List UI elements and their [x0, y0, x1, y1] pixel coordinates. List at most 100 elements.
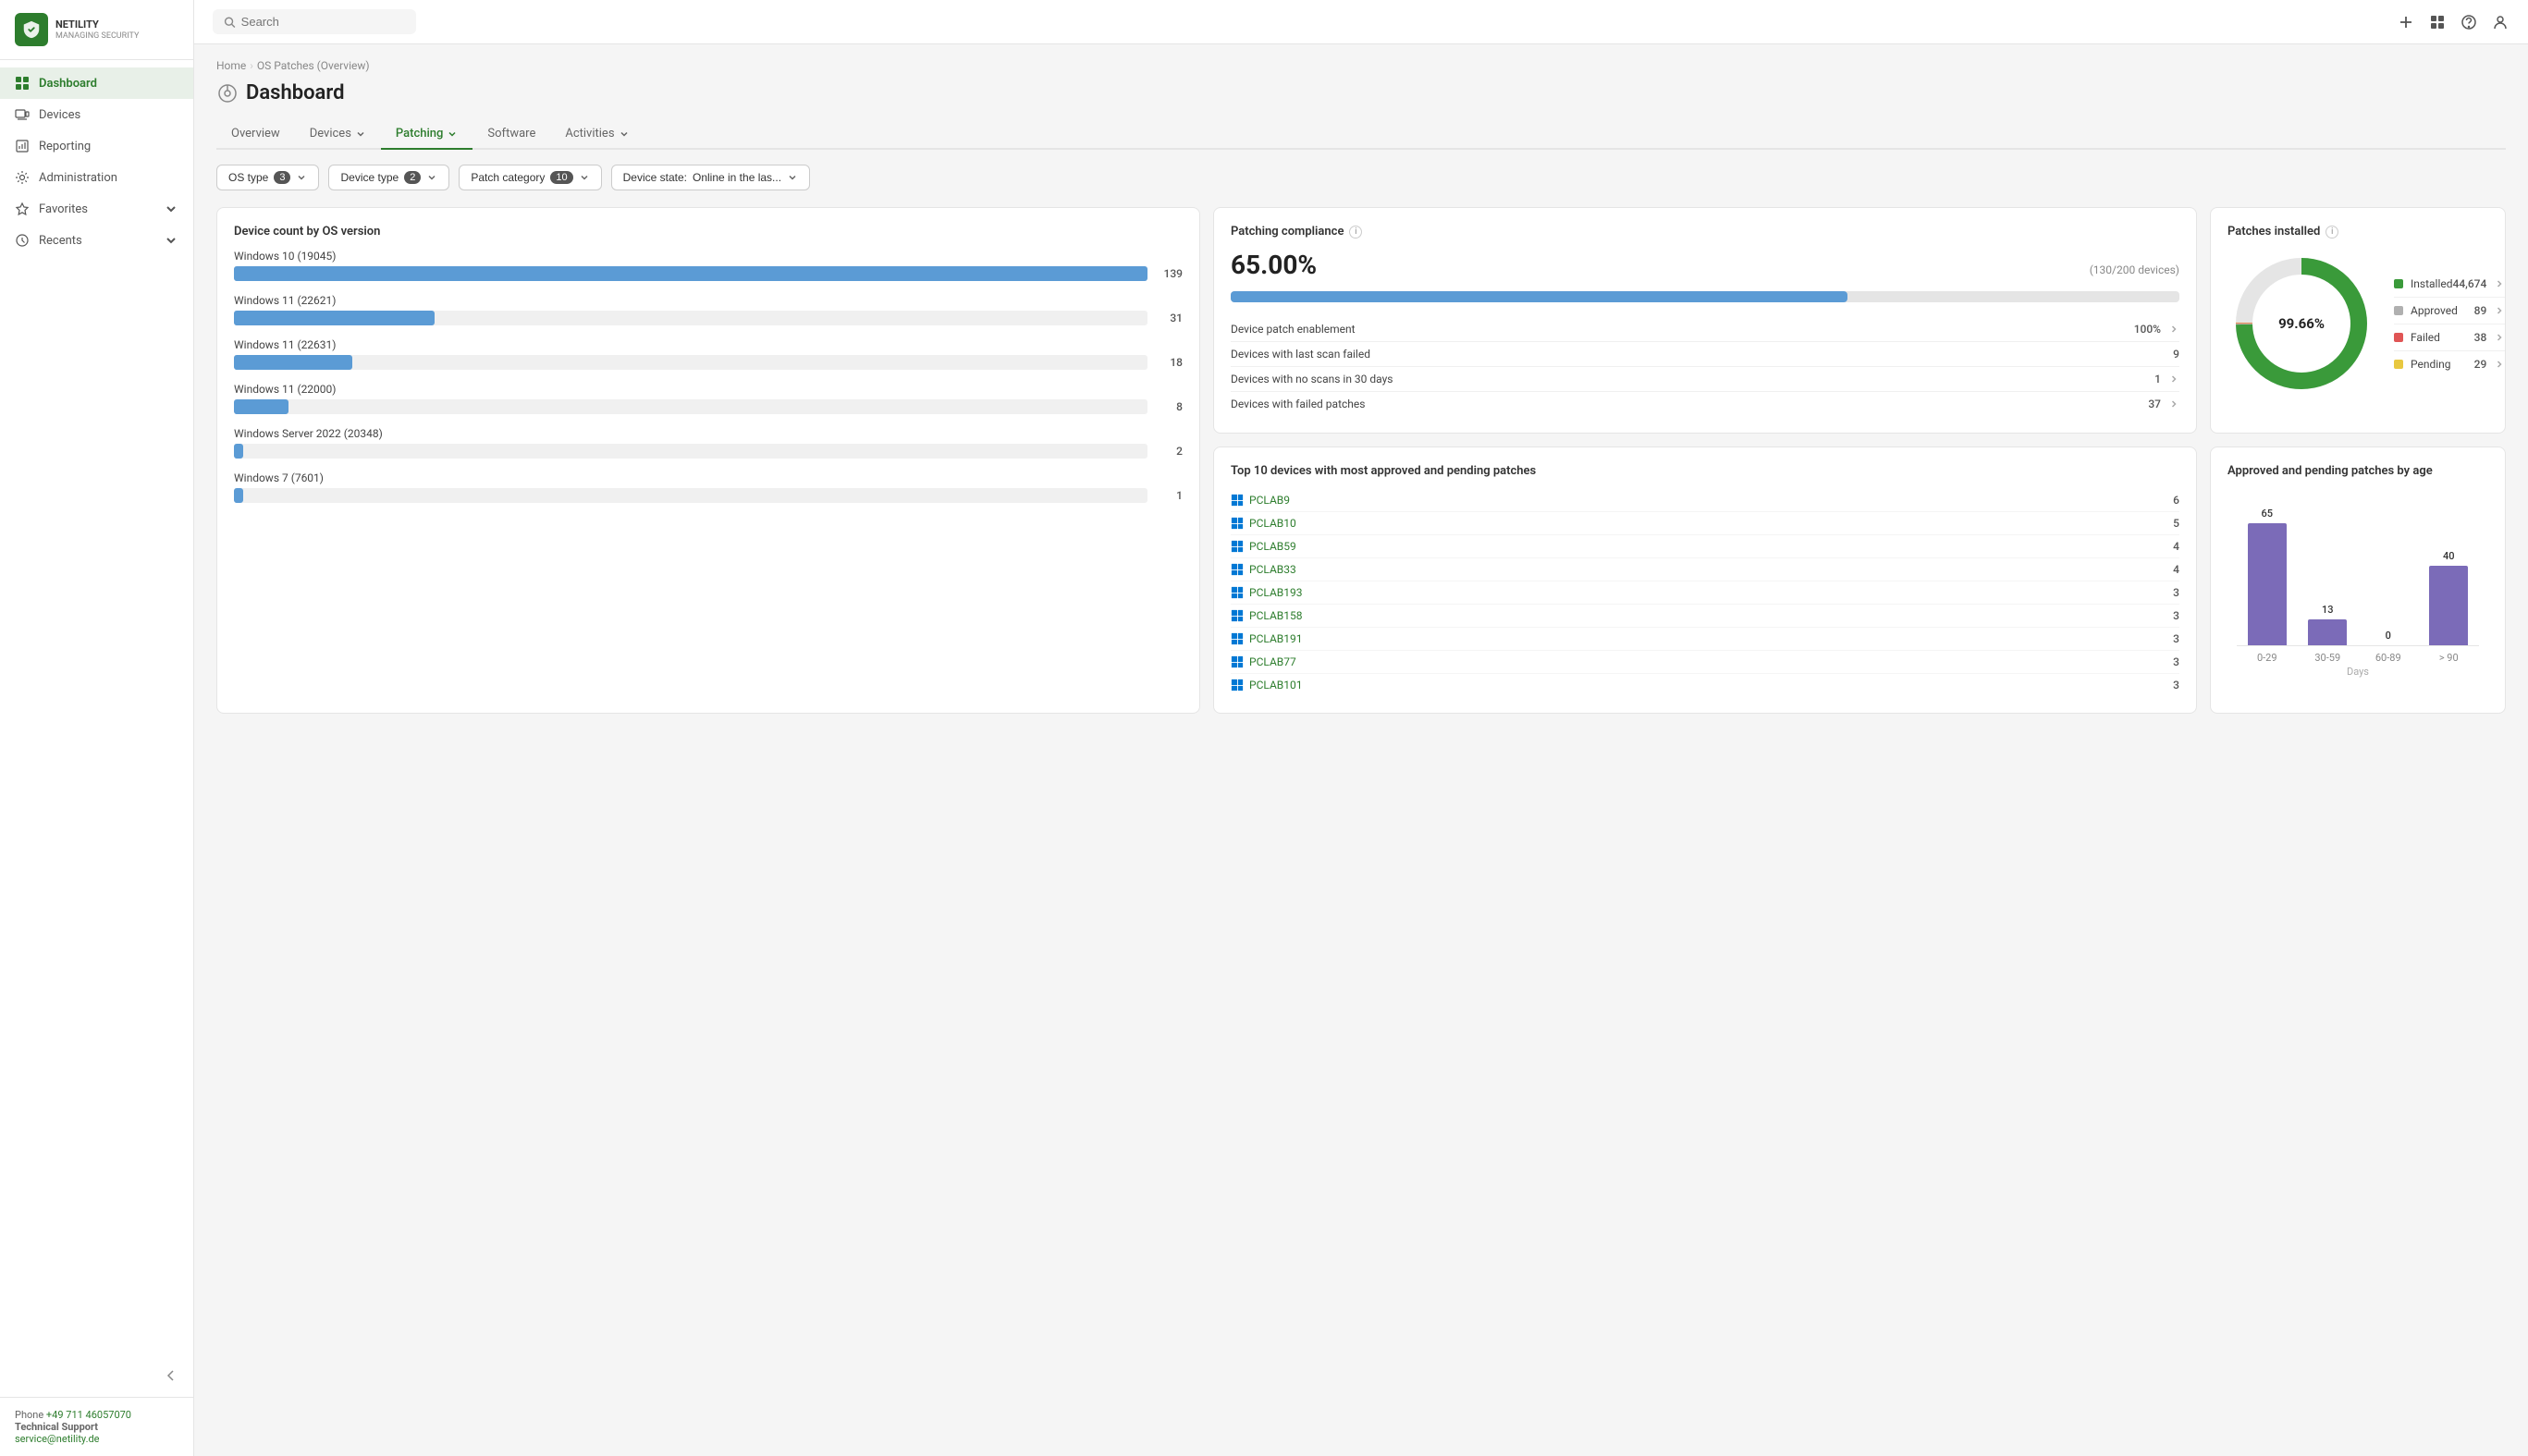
search-icon	[224, 16, 236, 29]
device-name[interactable]: PCLAB158	[1231, 609, 1303, 622]
tab-patching-label: Patching	[396, 127, 444, 141]
device-name[interactable]: PCLAB10	[1231, 517, 1296, 530]
add-button[interactable]	[2397, 13, 2415, 31]
sidebar-item-favorites[interactable]: Favorites	[0, 193, 193, 225]
legend-chevron-pending-icon[interactable]	[2494, 359, 2505, 370]
filter-os-chevron-icon	[296, 172, 307, 183]
legend-chevron-installed-icon[interactable]	[2494, 278, 2505, 289]
sidebar-collapse-area	[0, 1357, 193, 1397]
os-row: Windows 11 (22000) 8	[234, 383, 1183, 414]
device-name[interactable]: PCLAB191	[1231, 632, 1303, 645]
filter-device-type[interactable]: Device type 2	[328, 165, 449, 190]
legend-dot-pending	[2394, 360, 2403, 369]
sidebar-label-favorites: Favorites	[39, 202, 154, 216]
collapse-sidebar-button[interactable]	[160, 1364, 182, 1389]
device-name[interactable]: PCLAB59	[1231, 540, 1296, 553]
stat-no-scans: Devices with no scans in 30 days 1	[1231, 367, 2179, 392]
recents-chevron-icon	[164, 233, 178, 248]
os-bar-bg	[234, 311, 1147, 325]
filter-os-type[interactable]: OS type 3	[216, 165, 319, 190]
stat-chevron-2-icon[interactable]	[2168, 373, 2179, 385]
logo: NETILITY MANAGING SECURITY	[0, 0, 193, 60]
stat-chevron-3-icon[interactable]	[2168, 398, 2179, 410]
logo-icon	[15, 13, 48, 46]
stat-last-scan: Devices with last scan failed 9	[1231, 342, 2179, 367]
device-count: 5	[2173, 517, 2179, 530]
age-card-title: Approved and pending patches by age	[2227, 464, 2488, 478]
age-bar-group: 40	[2429, 508, 2468, 645]
breadcrumb-home[interactable]: Home	[216, 59, 246, 72]
filter-os-type-label: OS type	[228, 171, 268, 184]
sidebar-item-reporting[interactable]: Reporting	[0, 130, 193, 162]
tab-devices-label: Devices	[310, 127, 351, 141]
legend-chevron-approved-icon[interactable]	[2494, 305, 2505, 316]
top-devices-list: PCLAB9 6 PCLAB10 5 PCLAB59 4	[1231, 489, 2179, 696]
patches-info-icon[interactable]: i	[2326, 226, 2338, 239]
device-row: PCLAB33 4	[1231, 558, 2179, 581]
footer-support-label: Technical Support	[15, 1421, 98, 1433]
tab-software[interactable]: Software	[472, 119, 550, 150]
device-count: 4	[2173, 563, 2179, 576]
sidebar-label-devices: Devices	[39, 108, 178, 122]
os-bar-bg	[234, 399, 1147, 414]
main-area: Home › OS Patches (Overview) Dashboard O…	[194, 0, 2528, 1456]
device-name[interactable]: PCLAB9	[1231, 494, 1290, 507]
help-icon[interactable]	[2460, 13, 2478, 31]
sidebar-item-devices[interactable]: Devices	[0, 99, 193, 130]
tab-overview[interactable]: Overview	[216, 119, 295, 150]
device-name[interactable]: PCLAB33	[1231, 563, 1296, 576]
legend-dot-failed	[2394, 333, 2403, 342]
tab-patching[interactable]: Patching	[381, 119, 473, 150]
os-bar-row: 18	[234, 355, 1183, 370]
grid-icon[interactable]	[2428, 13, 2447, 31]
device-name[interactable]: PCLAB193	[1231, 586, 1303, 599]
windows-icon	[1231, 540, 1244, 553]
sidebar-label-recents: Recents	[39, 234, 154, 248]
sidebar-item-recents[interactable]: Recents	[0, 225, 193, 256]
legend-dot-installed	[2394, 279, 2403, 288]
os-count: 8	[1155, 400, 1183, 413]
user-icon[interactable]	[2491, 13, 2510, 31]
compliance-info-icon[interactable]: i	[1349, 226, 1362, 239]
windows-icon	[1231, 494, 1244, 507]
patches-card-title: Patches installed i	[2227, 225, 2488, 239]
device-name[interactable]: PCLAB101	[1231, 679, 1303, 691]
footer-support-email[interactable]: service@netility.de	[15, 1433, 100, 1445]
donut-chart: 99.66%	[2227, 250, 2375, 398]
legend-label-pending: Pending	[2411, 358, 2451, 371]
os-label: Windows 11 (22000)	[234, 383, 1183, 396]
footer-phone-number[interactable]: +49 711 46057070	[46, 1409, 131, 1421]
age-bar-value: 40	[2443, 550, 2455, 562]
windows-icon	[1231, 563, 1244, 576]
filters-bar: OS type 3 Device type 2 Patch category 1…	[216, 165, 2506, 190]
search-input[interactable]	[241, 15, 405, 29]
os-bar-fill	[234, 488, 243, 503]
device-row: PCLAB193 3	[1231, 581, 2179, 605]
device-name[interactable]: PCLAB77	[1231, 655, 1296, 668]
sidebar-item-dashboard[interactable]: Dashboard	[0, 67, 193, 99]
os-card-title: Device count by OS version	[234, 225, 1183, 239]
device-row: PCLAB77 3	[1231, 651, 2179, 674]
sidebar-item-administration[interactable]: Administration	[0, 162, 193, 193]
stat-right-3: 37	[2148, 398, 2179, 410]
tab-activities[interactable]: Activities	[550, 119, 644, 150]
stat-label-3: Devices with failed patches	[1231, 398, 1365, 410]
os-row: Windows 10 (19045) 139	[234, 250, 1183, 281]
legend-dot-approved	[2394, 306, 2403, 315]
filter-patch-chevron-icon	[579, 172, 590, 183]
os-bar-bg	[234, 444, 1147, 459]
age-bar-value: 13	[2322, 604, 2334, 616]
stat-chevron-0-icon[interactable]	[2168, 324, 2179, 335]
logo-text-group: NETILITY MANAGING SECURITY	[55, 18, 139, 40]
windows-icon	[1231, 517, 1244, 530]
favorites-chevron-icon	[164, 202, 178, 216]
search-box[interactable]	[213, 9, 416, 34]
filter-device-state[interactable]: Device state: Online in the las...	[611, 165, 810, 190]
tab-devices[interactable]: Devices	[295, 119, 381, 150]
legend-chevron-failed-icon[interactable]	[2494, 332, 2505, 343]
filter-patch-category[interactable]: Patch category 10	[459, 165, 601, 190]
os-label: Windows 7 (7601)	[234, 471, 1183, 484]
device-count: 3	[2173, 586, 2179, 599]
page-title: Dashboard	[246, 81, 344, 104]
age-bar	[2308, 619, 2347, 645]
